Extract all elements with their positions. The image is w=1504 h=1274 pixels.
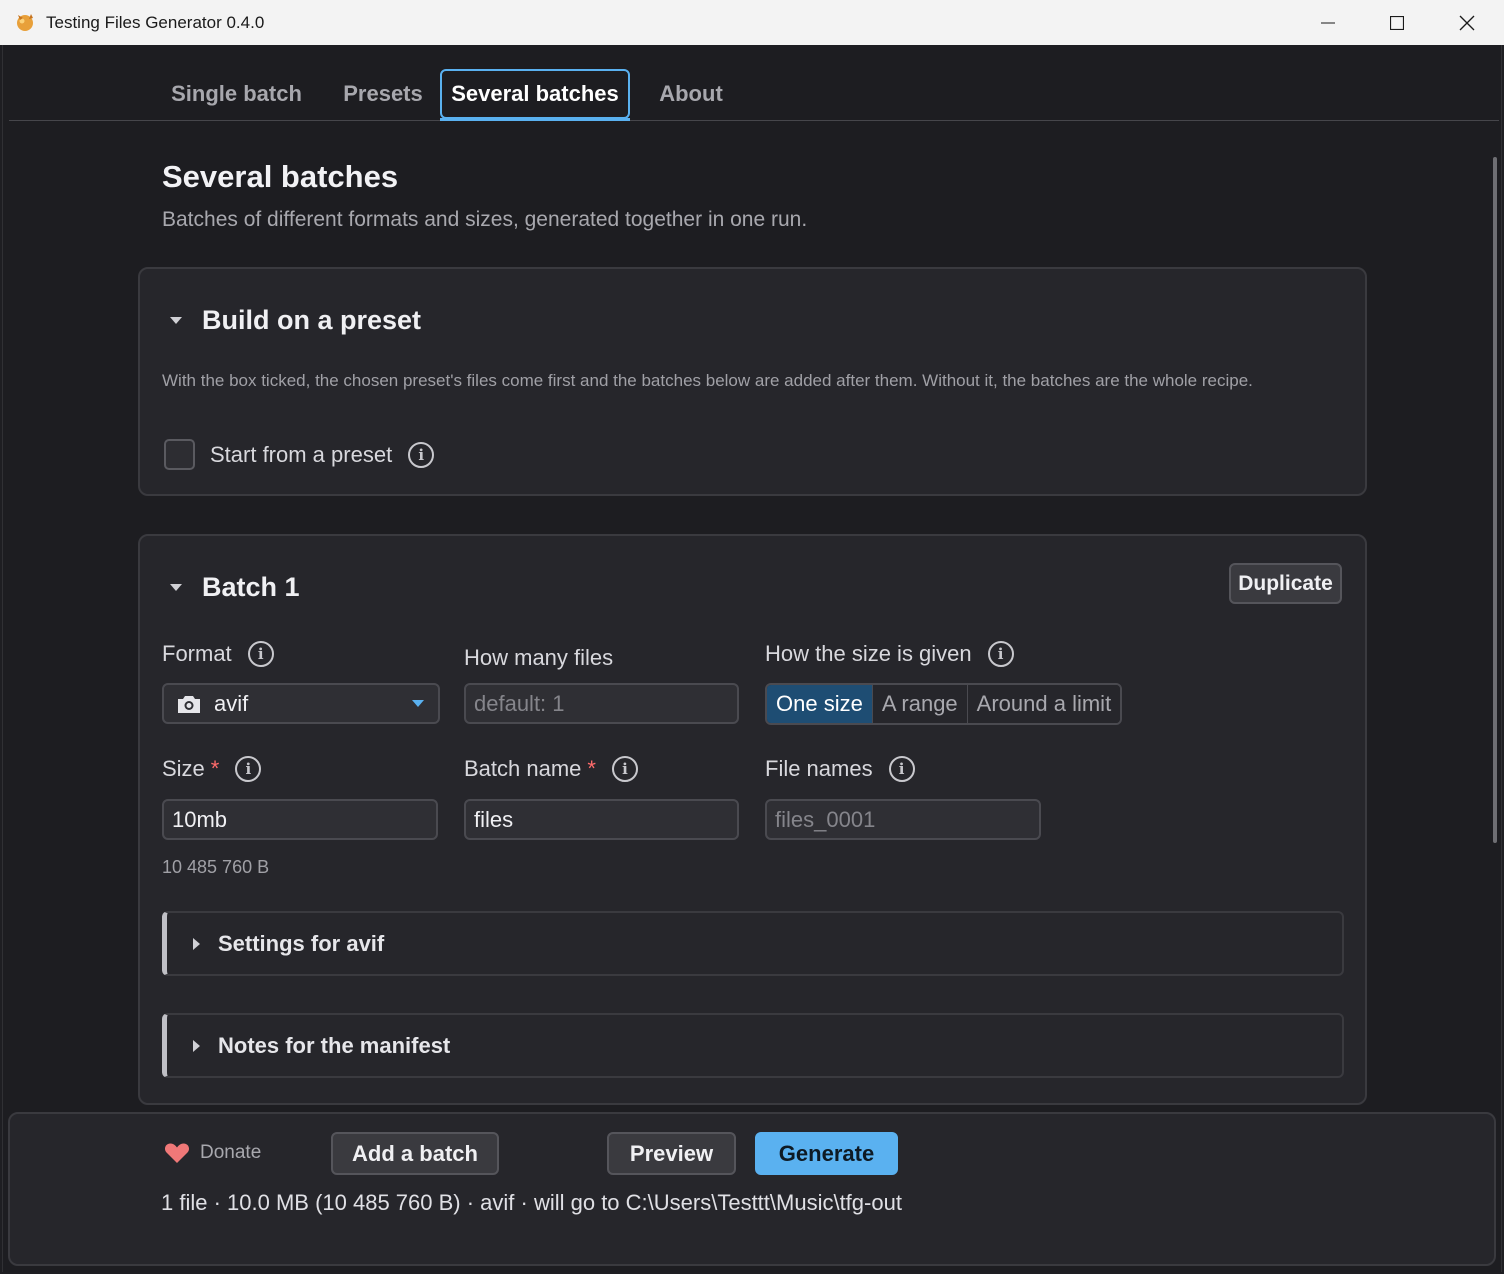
info-icon[interactable]: i xyxy=(247,641,274,667)
donate-link[interactable]: Donate xyxy=(164,1142,261,1164)
preset-section-header[interactable]: Build on a preset xyxy=(170,305,421,336)
manifest-notes-section[interactable]: Notes for the manifest xyxy=(162,1013,1344,1078)
batch-card: Batch 1 Duplicate Format i How many file… xyxy=(138,534,1367,1105)
tab-presets[interactable]: Presets xyxy=(334,69,432,119)
format-label-row: Format i xyxy=(162,641,274,667)
preset-description: With the box ticked, the chosen preset's… xyxy=(162,371,1253,390)
format-label: Format xyxy=(162,641,232,666)
start-from-preset-checkbox[interactable] xyxy=(164,439,195,470)
count-label: How many files xyxy=(464,645,614,670)
tab-bar: Single batch Presets Several batches Abo… xyxy=(9,45,1499,121)
size-input[interactable]: 10mb xyxy=(162,799,438,840)
chevron-down-icon xyxy=(412,700,424,707)
info-icon[interactable]: i xyxy=(611,756,638,782)
expand-arrow-icon xyxy=(193,1039,200,1052)
info-icon[interactable]: i xyxy=(235,756,262,782)
maximize-button[interactable] xyxy=(1362,0,1432,45)
status-summary: 1 file · 10.0 MB (10 485 760 B) · avif ·… xyxy=(161,1190,902,1215)
action-bar: Donate Add a batch Preview Generate 1 fi… xyxy=(8,1112,1496,1266)
close-icon xyxy=(1459,15,1475,30)
page-title: Several batches xyxy=(162,159,399,194)
size-label: Size xyxy=(162,756,205,781)
count-label-row: How many files xyxy=(464,645,613,671)
size-mode-range[interactable]: A range xyxy=(871,685,967,723)
donate-label: Donate xyxy=(200,1142,262,1163)
preset-card: Build on a preset With the box ticked, t… xyxy=(138,267,1367,496)
minimize-icon xyxy=(1321,22,1335,23)
title-bar: Testing Files Generator 0.4.0 xyxy=(0,0,1504,45)
file-names-input[interactable]: files_0001 xyxy=(765,799,1041,840)
preview-button[interactable]: Preview xyxy=(607,1132,736,1175)
tab-about[interactable]: About xyxy=(651,69,731,119)
size-mode-label-row: How the size is given i xyxy=(765,641,1014,667)
batch-title: Batch 1 xyxy=(202,572,300,602)
generate-button[interactable]: Generate xyxy=(755,1132,898,1175)
batch-section-header[interactable]: Batch 1 xyxy=(170,572,300,603)
notes-section-title: Notes for the manifest xyxy=(218,1032,451,1058)
info-icon[interactable]: i xyxy=(408,441,435,468)
expand-arrow-icon xyxy=(193,937,200,950)
format-value: avif xyxy=(214,690,249,716)
start-from-preset-row: Start from a preset i xyxy=(164,439,435,470)
required-mark: * xyxy=(210,756,220,781)
page-subtitle: Batches of different formats and sizes, … xyxy=(162,208,808,231)
scrollbar-thumb[interactable] xyxy=(1493,157,1497,843)
collapse-arrow-icon xyxy=(170,584,182,591)
main-window: Single batch Presets Several batches Abo… xyxy=(2,45,1502,1272)
size-label-row: Size * i xyxy=(162,756,262,782)
size-mode-selector: One size A range Around a limit xyxy=(765,683,1123,725)
required-mark: * xyxy=(587,756,596,781)
format-select[interactable]: avif xyxy=(162,683,440,724)
batch-name-input[interactable]: files xyxy=(464,799,739,840)
preset-section-title: Build on a preset xyxy=(202,305,422,335)
close-button[interactable] xyxy=(1432,0,1502,45)
info-icon[interactable]: i xyxy=(987,641,1014,667)
duplicate-button[interactable]: Duplicate xyxy=(1229,563,1342,604)
window-title: Testing Files Generator 0.4.0 xyxy=(46,13,265,32)
info-icon[interactable]: i xyxy=(888,756,915,782)
maximize-icon xyxy=(1390,15,1404,30)
heart-icon xyxy=(164,1143,190,1163)
size-mode-around-limit[interactable]: Around a limit xyxy=(966,685,1121,723)
settings-section-title: Settings for avif xyxy=(218,930,385,956)
batch-name-label: Batch name xyxy=(464,756,582,781)
camera-icon xyxy=(178,695,200,713)
count-input[interactable]: default: 1 xyxy=(464,683,739,724)
add-batch-button[interactable]: Add a batch xyxy=(331,1132,499,1175)
minimize-button[interactable] xyxy=(1293,0,1363,45)
file-names-label: File names xyxy=(765,756,873,781)
tab-several-batches[interactable]: Several batches xyxy=(440,69,630,121)
batch-name-label-row: Batch name * i xyxy=(464,756,638,782)
start-from-preset-label: Start from a preset xyxy=(210,441,393,467)
app-icon xyxy=(17,14,33,31)
size-mode-one-size[interactable]: One size xyxy=(767,685,872,723)
collapse-arrow-icon xyxy=(170,317,182,324)
file-names-label-row: File names i xyxy=(765,756,915,782)
size-mode-label: How the size is given xyxy=(765,641,972,666)
tab-single-batch[interactable]: Single batch xyxy=(164,69,309,119)
settings-for-avif-section[interactable]: Settings for avif xyxy=(162,911,1344,976)
size-bytes-hint: 10 485 760 B xyxy=(162,857,270,877)
